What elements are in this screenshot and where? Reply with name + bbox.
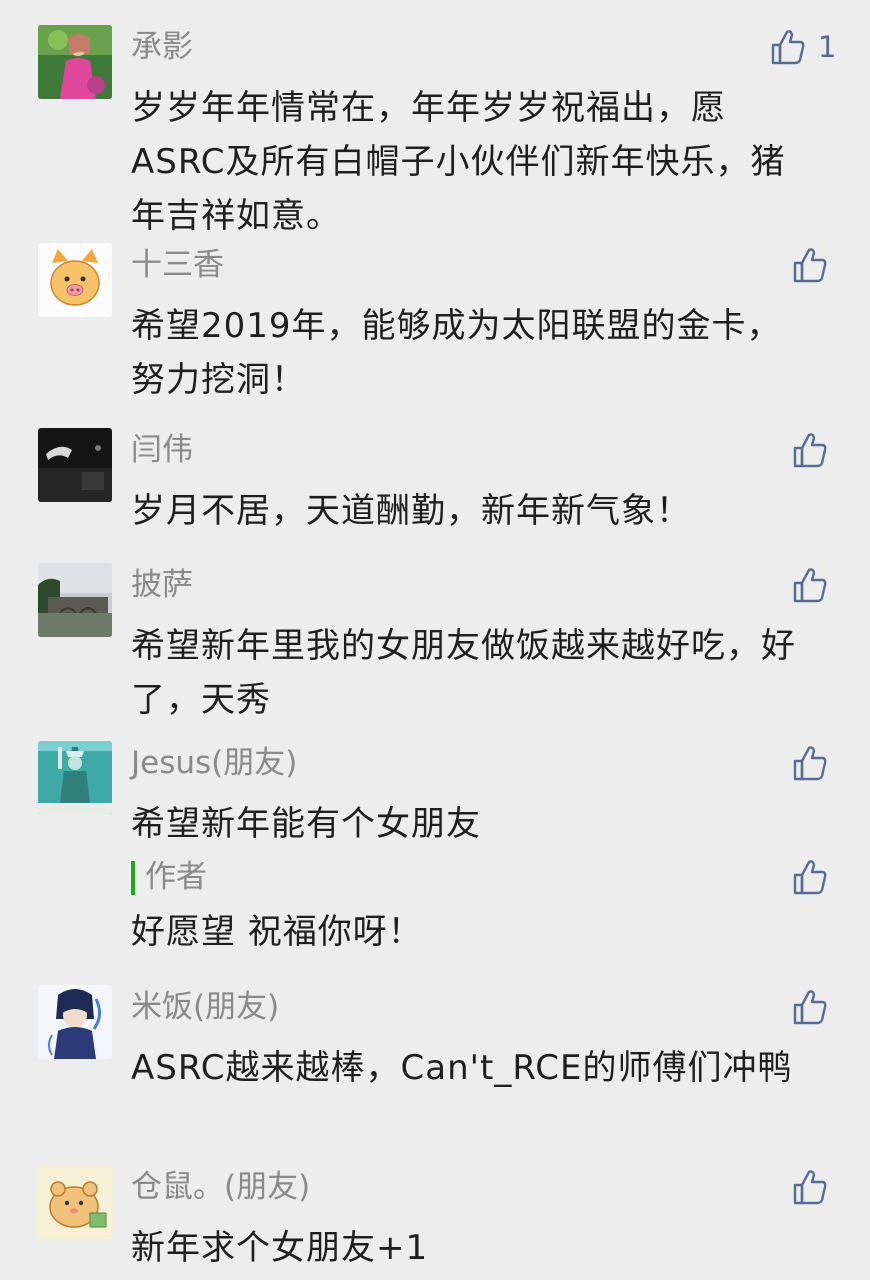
thumbs-up-icon bbox=[793, 248, 827, 283]
like-button[interactable]: 1 bbox=[768, 27, 836, 67]
thumbs-up-icon bbox=[793, 568, 827, 603]
avatar[interactable] bbox=[38, 741, 112, 815]
like-button[interactable] bbox=[790, 430, 830, 470]
comment-text: 希望新年能有个女朋友 bbox=[131, 804, 481, 844]
like-button[interactable] bbox=[790, 857, 830, 897]
avatar[interactable] bbox=[38, 428, 112, 502]
comment-author-name[interactable]: 仓鼠。(朋友) bbox=[131, 1167, 310, 1207]
author-reply-text: 好愿望 祝福你呀！ bbox=[131, 912, 423, 952]
thumbs-up-icon bbox=[793, 1170, 827, 1205]
thumbs-up-icon bbox=[793, 433, 827, 468]
like-count: 1 bbox=[818, 30, 837, 64]
comment-author-name[interactable]: Jesus(朋友) bbox=[131, 743, 297, 783]
comment-author-name[interactable]: 米饭(朋友) bbox=[131, 987, 279, 1027]
thumbs-up-icon bbox=[793, 860, 827, 895]
comment-text: 岁月不居，天道酬勤，新年新气象！ bbox=[131, 491, 691, 531]
author-label: 作者 bbox=[145, 859, 207, 895]
comment-author-name[interactable]: 披萨 bbox=[131, 565, 193, 605]
avatar[interactable] bbox=[38, 563, 112, 637]
like-button[interactable] bbox=[790, 1167, 830, 1207]
comment-text: ASRC越来越棒，Can't_RCE的师傅们冲鸭 bbox=[131, 1048, 793, 1088]
avatar[interactable] bbox=[38, 985, 112, 1059]
comment-author-name[interactable]: 闫伟 bbox=[131, 430, 193, 470]
avatar[interactable] bbox=[38, 25, 112, 99]
comment-text: 希望2019年，能够成为太阳联盟的金卡，努力挖洞！ bbox=[131, 306, 782, 400]
like-button[interactable] bbox=[790, 565, 830, 605]
comment-text: 新年求个女朋友+1 bbox=[131, 1228, 429, 1268]
comment-author-name[interactable]: 承影 bbox=[131, 27, 193, 67]
author-reply-marker bbox=[131, 861, 135, 895]
thumbs-up-icon bbox=[771, 30, 805, 65]
comment-text: 希望新年里我的女朋友做饭越来越好吃，好了，天秀 bbox=[131, 626, 796, 720]
thumbs-up-icon bbox=[793, 746, 827, 781]
like-button[interactable] bbox=[790, 245, 830, 285]
avatar[interactable] bbox=[38, 243, 112, 317]
comment-text: 岁岁年年情常在，年年岁岁祝福出，愿ASRC及所有白帽子小伙伴们新年快乐，猪年吉祥… bbox=[131, 88, 786, 236]
thumbs-up-icon bbox=[793, 990, 827, 1025]
comment-feed: 承影 1 岁岁年年情常在，年年岁岁祝福出，愿ASRC及所有白帽子小伙伴们新年快乐… bbox=[0, 0, 870, 1280]
comment-author-name[interactable]: 十三香 bbox=[131, 245, 224, 285]
avatar[interactable] bbox=[38, 1165, 112, 1239]
like-button[interactable] bbox=[790, 987, 830, 1027]
like-button[interactable] bbox=[790, 743, 830, 783]
